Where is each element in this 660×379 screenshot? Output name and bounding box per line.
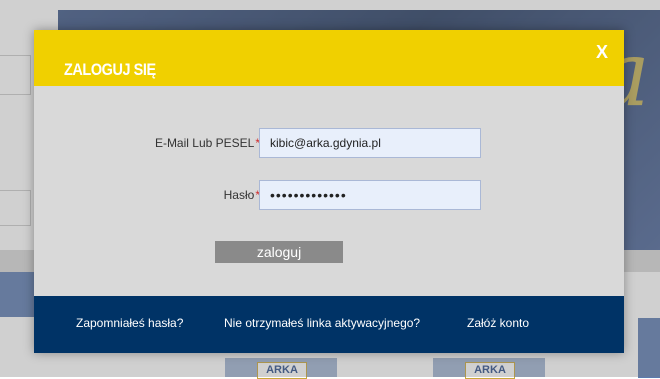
- login-modal: ZALOGUJ SIĘ X E-Mail Lub PESEL* Hasło* z…: [34, 30, 624, 353]
- login-button[interactable]: zaloguj: [215, 241, 343, 263]
- login-form: E-Mail Lub PESEL* Hasło* zaloguj: [34, 86, 624, 296]
- close-icon[interactable]: X: [596, 42, 608, 63]
- resend-activation-link[interactable]: Nie otrzymałeś linka aktywacyjnego?: [224, 316, 420, 330]
- register-link[interactable]: Załóż konto: [467, 316, 529, 330]
- password-field[interactable]: [259, 180, 481, 210]
- password-label: Hasło*: [223, 188, 260, 202]
- email-field[interactable]: [259, 128, 481, 158]
- email-row: E-Mail Lub PESEL*: [34, 128, 624, 160]
- modal-title: ZALOGUJ SIĘ: [64, 60, 156, 79]
- modal-header: ZALOGUJ SIĘ X: [34, 30, 624, 86]
- password-row: Hasło*: [34, 180, 624, 212]
- modal-footer: Zapomniałeś hasła? Nie otrzymałeś linka …: [34, 296, 624, 353]
- forgot-password-link[interactable]: Zapomniałeś hasła?: [76, 316, 183, 330]
- email-label: E-Mail Lub PESEL*: [154, 136, 260, 150]
